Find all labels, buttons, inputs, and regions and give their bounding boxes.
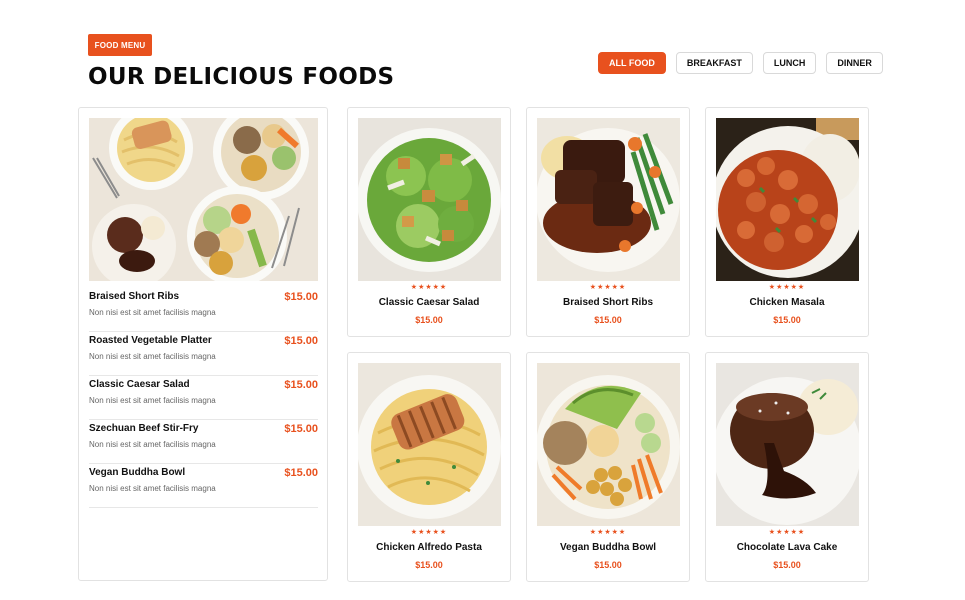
food-card-braised-short-ribs[interactable]: ★★★★★ Braised Short Ribs $15.00 (526, 107, 690, 337)
card-price: $15.00 (415, 560, 443, 570)
list-item[interactable]: Vegan Buddha Bowl $15.00 Non nisi est si… (89, 464, 318, 508)
menu-item-description: Non nisi est sit amet facilisis magna (89, 484, 216, 493)
rating-stars: ★★★★★ (410, 284, 448, 291)
chicken-masala-image[interactable] (716, 118, 859, 281)
food-card-vegan-buddha-bowl[interactable]: ★★★★★ Vegan Buddha Bowl $15.00 (526, 352, 690, 582)
card-price: $15.00 (594, 560, 622, 570)
card-title: Chocolate Lava Cake (736, 542, 838, 553)
featured-food-image[interactable] (89, 118, 318, 281)
filter-lunch-button[interactable]: LUNCH (762, 52, 817, 74)
food-menu-badge: FOOD MENU (88, 34, 152, 56)
page-title: OUR DELICIOUS FOODS (88, 64, 395, 90)
chocolate-lava-cake-image[interactable] (716, 363, 859, 526)
list-item[interactable]: Roasted Vegetable Platter $15.00 Non nis… (89, 332, 318, 376)
card-title: Braised Short Ribs (562, 297, 654, 308)
card-price: $15.00 (594, 315, 622, 325)
filter-all-food-button[interactable]: ALL FOOD (598, 52, 666, 74)
list-item[interactable]: Classic Caesar Salad $15.00 Non nisi est… (89, 376, 318, 420)
menu-item-description: Non nisi est sit amet facilisis magna (89, 396, 216, 405)
filter-breakfast-button[interactable]: BREAKFAST (675, 52, 753, 74)
card-title: Vegan Buddha Bowl (559, 542, 657, 553)
vegan-buddha-bowl-image[interactable] (537, 363, 680, 526)
rating-stars: ★★★★★ (768, 284, 806, 291)
menu-item-description: Non nisi est sit amet facilisis magna (89, 352, 216, 361)
card-title: Classic Caesar Salad (378, 297, 480, 308)
rating-stars: ★★★★★ (410, 529, 448, 536)
card-price: $15.00 (773, 560, 801, 570)
menu-item-description: Non nisi est sit amet facilisis magna (89, 308, 216, 317)
chicken-alfredo-pasta-image[interactable] (358, 363, 501, 526)
card-title: Chicken Masala (749, 297, 825, 308)
menu-item-price: $15.00 (284, 423, 318, 435)
list-item[interactable]: Szechuan Beef Stir-Fry $15.00 Non nisi e… (89, 420, 318, 464)
caesar-salad-image[interactable] (358, 118, 501, 281)
featured-menu-card: Braised Short Ribs $15.00 Non nisi est s… (78, 107, 328, 581)
rating-stars: ★★★★★ (589, 284, 627, 291)
menu-item-price: $15.00 (284, 335, 318, 347)
food-card-caesar-salad[interactable]: ★★★★★ Classic Caesar Salad $15.00 (347, 107, 511, 337)
card-title: Chicken Alfredo Pasta (376, 542, 482, 553)
food-card-chocolate-lava-cake[interactable]: ★★★★★ Chocolate Lava Cake $15.00 (705, 352, 869, 582)
category-filters: ALL FOOD BREAKFAST LUNCH DINNER (598, 52, 883, 74)
food-card-chicken-alfredo-pasta[interactable]: ★★★★★ Chicken Alfredo Pasta $15.00 (347, 352, 511, 582)
card-price: $15.00 (773, 315, 801, 325)
menu-item-price: $15.00 (284, 291, 318, 303)
rating-stars: ★★★★★ (768, 529, 806, 536)
rating-stars: ★★★★★ (589, 529, 627, 536)
menu-item-description: Non nisi est sit amet facilisis magna (89, 440, 216, 449)
menu-item-price: $15.00 (284, 467, 318, 479)
food-card-chicken-masala[interactable]: ★★★★★ Chicken Masala $15.00 (705, 107, 869, 337)
filter-dinner-button[interactable]: DINNER (826, 52, 883, 74)
menu-list: Braised Short Ribs $15.00 Non nisi est s… (89, 288, 318, 508)
card-price: $15.00 (415, 315, 443, 325)
list-item[interactable]: Braised Short Ribs $15.00 Non nisi est s… (89, 288, 318, 332)
braised-short-ribs-image[interactable] (537, 118, 680, 281)
menu-item-price: $15.00 (284, 379, 318, 391)
